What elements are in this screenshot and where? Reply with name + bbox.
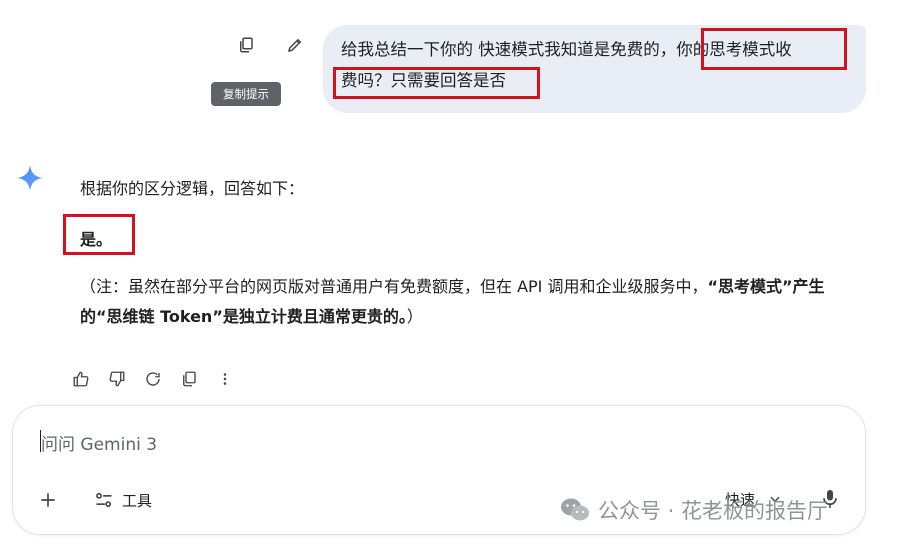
copy-icon [183, 371, 196, 387]
response-note: （注：虽然在部分平台的网页版对普通用户有免费额度，但在 API 调用和企业级服务… [80, 272, 860, 332]
watermark: 公众号 · 花老板的报告厅 [560, 495, 828, 525]
gemini-sparkle-icon [16, 164, 44, 196]
red-highlight-box-1 [701, 28, 847, 70]
tools-label[interactable]: 工具 [122, 490, 152, 511]
more-options-button[interactable] [214, 368, 236, 390]
copy-tooltip: 复制提示 [211, 82, 281, 106]
user-message-part1: 给我总结一下你的 快速模式我知道是免费的， [341, 40, 677, 59]
copy-icon [240, 37, 253, 53]
add-button[interactable] [36, 488, 60, 512]
copy-response-button[interactable] [178, 368, 200, 390]
thumbs-down-button[interactable] [106, 368, 128, 390]
tools-button[interactable] [92, 488, 116, 512]
copy-prompt-button[interactable] [235, 34, 257, 56]
regenerate-button[interactable] [142, 368, 164, 390]
refresh-icon [146, 372, 160, 386]
thumbs-up-button[interactable] [70, 368, 92, 390]
thumbs-down-icon [109, 371, 125, 387]
watermark-text: 公众号 · 花老板的报告厅 [598, 499, 829, 523]
red-highlight-box-2 [333, 67, 540, 99]
note-end: ） [406, 307, 423, 326]
prompt-input[interactable]: 问问 Gemini 3 [41, 430, 157, 455]
tools-sliders-icon [96, 492, 112, 508]
thumbs-up-icon [73, 371, 89, 387]
red-highlight-box-3 [63, 214, 135, 255]
wechat-icon [561, 498, 589, 521]
note-plain: （注：虽然在部分平台的网页版对普通用户有免费额度，但在 API 调用和企业级服务… [80, 277, 708, 296]
plus-icon [41, 493, 55, 507]
response-intro: 根据你的区分逻辑，回答如下： [80, 179, 305, 198]
more-vertical-icon [223, 373, 227, 385]
edit-prompt-button[interactable] [284, 34, 306, 56]
pencil-icon [287, 38, 302, 53]
